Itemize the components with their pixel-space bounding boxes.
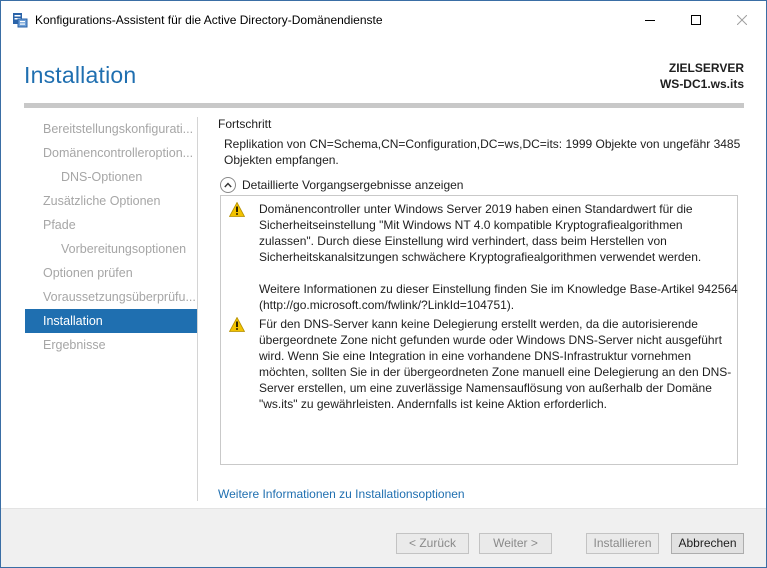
target-server-name: WS-DC1.ws.its <box>659 77 744 91</box>
details-toggle-label[interactable]: Detaillierte Vorgangsergebnisse anzeigen <box>242 178 463 192</box>
sidebar-item-bereitstellungskonfiguration[interactable]: Bereitstellungskonfigurati... <box>25 117 197 141</box>
warning-message: Für den DNS-Server kann keine Delegierun… <box>259 316 739 412</box>
next-button[interactable]: Weiter > <box>479 533 552 554</box>
more-info-link[interactable]: Weitere Informationen zu Installationsop… <box>218 487 465 501</box>
warning-item: Für den DNS-Server kann keine Delegierun… <box>229 316 731 416</box>
install-button[interactable]: Installieren <box>586 533 659 554</box>
progress-status-text: Replikation von CN=Schema,CN=Configurati… <box>224 137 741 167</box>
progress-section-label: Fortschritt <box>218 117 272 131</box>
sidebar-item-ergebnisse[interactable]: Ergebnisse <box>25 333 197 357</box>
sidebar-item-installation[interactable]: Installation <box>25 309 197 333</box>
results-panel[interactable]: Domänencontroller unter Windows Server 2… <box>220 195 738 465</box>
warning-icon <box>229 202 245 217</box>
warning-item: Domänencontroller unter Windows Server 2… <box>229 201 738 312</box>
warning-paragraph: Weitere Informationen zu dieser Einstell… <box>259 282 738 312</box>
warning-icon <box>229 317 245 332</box>
close-icon <box>737 15 747 25</box>
details-toggle[interactable]: Detaillierte Vorgangsergebnisse anzeigen <box>220 176 463 194</box>
wizard-navigation: Bereitstellungskonfigurati... Domänencon… <box>25 117 197 357</box>
sidebar-item-domaenencontrolleroptionen[interactable]: Domänencontrolleroption... <box>25 141 197 165</box>
maximize-button[interactable] <box>673 1 719 39</box>
minimize-button[interactable] <box>627 1 673 39</box>
server-manager-icon <box>13 13 28 28</box>
sidebar-item-vorbereitungsoptionen[interactable]: Vorbereitungsoptionen <box>25 237 197 261</box>
title-bar[interactable]: Konfigurations-Assistent für die Active … <box>1 1 766 39</box>
sidebar-item-zusaetzliche-optionen[interactable]: Zusätzliche Optionen <box>25 189 197 213</box>
target-server: ZIELSERVER WS-DC1.ws.its <box>660 60 744 92</box>
close-button[interactable] <box>719 1 765 39</box>
target-server-label: ZIELSERVER <box>668 61 744 75</box>
warning-paragraph: Für den DNS-Server kann keine Delegierun… <box>259 317 732 411</box>
minimize-icon <box>645 20 655 21</box>
chevron-up-icon[interactable] <box>220 177 236 193</box>
header-divider <box>24 103 744 108</box>
page-title: Installation <box>24 62 137 88</box>
wizard-window: Konfigurations-Assistent für die Active … <box>0 0 767 568</box>
warning-paragraph: Domänencontroller unter Windows Server 2… <box>259 202 702 264</box>
window-title: Konfigurations-Assistent für die Active … <box>35 13 383 27</box>
sidebar-item-voraussetzungsueberpruefung[interactable]: Voraussetzungsüberprüfu... <box>25 285 197 309</box>
back-button[interactable]: < Zurück <box>396 533 469 554</box>
sidebar-item-dns-optionen[interactable]: DNS-Optionen <box>25 165 197 189</box>
maximize-icon <box>691 15 701 25</box>
cancel-button[interactable]: Abbrechen <box>671 533 744 554</box>
sidebar-item-optionen-pruefen[interactable]: Optionen prüfen <box>25 261 197 285</box>
button-bar: < Zurück Weiter > Installieren Abbrechen <box>1 509 766 567</box>
sidebar-item-pfade[interactable]: Pfade <box>25 213 197 237</box>
sidebar-divider <box>197 117 198 501</box>
warning-message: Domänencontroller unter Windows Server 2… <box>259 201 739 313</box>
